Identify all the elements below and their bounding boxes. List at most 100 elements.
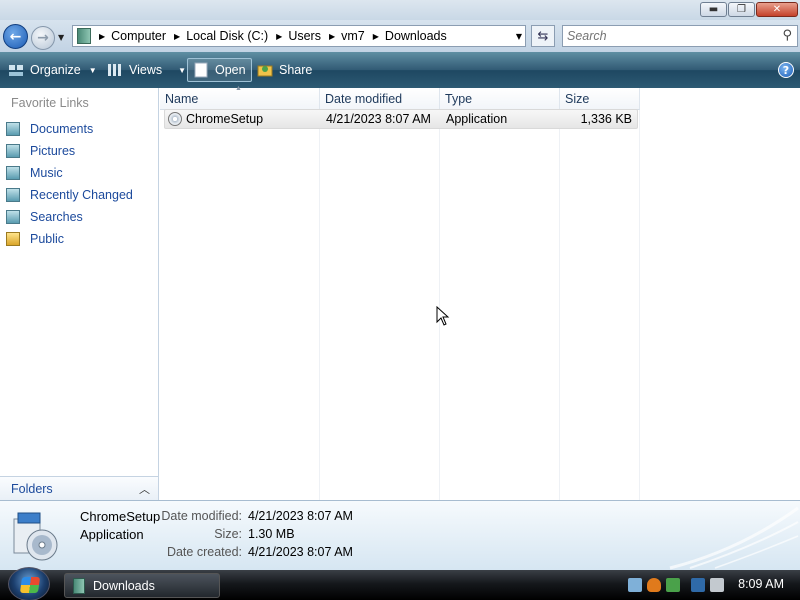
views-button[interactable]: Views ▼	[107, 58, 186, 82]
column-divider	[319, 110, 320, 500]
public-folder-icon	[6, 232, 20, 246]
breadcrumb-separator-icon[interactable]: ▶	[329, 32, 335, 41]
search-box[interactable]: ⚲	[562, 25, 798, 47]
documents-icon	[6, 122, 20, 136]
breadcrumb-separator-icon[interactable]: ▶	[373, 32, 379, 41]
sidebar-item-documents[interactable]: Documents	[6, 118, 156, 140]
details-date-created-label: Date created:	[166, 545, 242, 559]
sidebar-item-public[interactable]: Public	[6, 228, 156, 250]
searches-icon	[6, 210, 20, 224]
folder-icon	[73, 577, 85, 594]
organize-label: Organize	[30, 63, 81, 77]
folders-label: Folders	[11, 481, 53, 496]
recently-changed-icon	[6, 188, 20, 202]
address-bar[interactable]: ▶ Computer ▶ Local Disk (C:) ▶ Users ▶ v…	[72, 25, 526, 47]
close-icon: ✕	[772, 4, 782, 15]
window-controls: ▬ ❐ ✕	[700, 2, 798, 17]
breadcrumb-users[interactable]: Users	[288, 29, 321, 43]
sidebar-item-label: Searches	[30, 210, 83, 224]
favorite-links-heading: Favorite Links	[11, 96, 89, 110]
column-divider	[559, 110, 560, 500]
app-tray-icon[interactable]	[666, 578, 680, 592]
views-icon	[108, 64, 121, 76]
address-dropdown-icon[interactable]: ▼	[516, 32, 522, 41]
file-name-cell: ChromeSetup	[168, 110, 263, 128]
file-row[interactable]: ChromeSetup 4/21/2023 8:07 AM Applicatio…	[164, 109, 638, 129]
breadcrumb-local-disk[interactable]: Local Disk (C:)	[186, 29, 268, 43]
breadcrumb-separator-icon[interactable]: ▶	[99, 32, 105, 41]
views-label: Views	[129, 63, 163, 77]
details-size-value: 1.30 MB	[248, 527, 295, 541]
forward-arrow-icon: →	[37, 30, 49, 46]
search-icon[interactable]: ⚲	[782, 28, 792, 43]
taskbar-window-label: Downloads	[93, 578, 155, 593]
open-label: Open	[215, 63, 246, 77]
sidebar-item-label: Music	[30, 166, 63, 180]
security-shield-icon[interactable]	[647, 578, 661, 592]
file-date-modified: 4/21/2023 8:07 AM	[326, 112, 431, 126]
taskbar-window-button[interactable]: Downloads	[64, 573, 220, 598]
application-installer-icon	[13, 512, 58, 561]
network-connection-icon[interactable]	[691, 578, 705, 592]
sidebar-item-label: Recently Changed	[30, 188, 133, 202]
forward-button[interactable]: →	[31, 26, 55, 50]
breadcrumb-computer[interactable]: Computer	[111, 29, 166, 43]
breadcrumb-vm7[interactable]: vm7	[341, 29, 365, 43]
share-label: Share	[279, 63, 313, 77]
details-size-label: Size:	[214, 527, 242, 541]
minimize-button[interactable]: ▬	[700, 2, 727, 17]
chevron-down-icon: ▼	[178, 65, 187, 75]
search-input[interactable]	[563, 26, 763, 46]
column-header-label: Date modified	[325, 91, 403, 106]
sidebar-item-label: Pictures	[30, 144, 76, 158]
windows-logo-icon	[19, 577, 41, 593]
column-header-label: Type	[445, 91, 473, 106]
folder-icon	[77, 28, 91, 44]
navigation-pane: Favorite Links Documents Pictures Music …	[0, 88, 159, 500]
file-type: Application	[446, 112, 508, 126]
column-header-size[interactable]: Size	[560, 88, 640, 110]
breadcrumb-separator-icon[interactable]: ▶	[276, 32, 282, 41]
details-date-modified-value: 4/21/2023 8:07 AM	[248, 509, 353, 523]
open-button[interactable]: Open	[187, 58, 252, 82]
file-size: 1,336 KB	[580, 112, 632, 126]
help-icon: ?	[782, 63, 790, 77]
help-button[interactable]: ?	[778, 62, 794, 78]
column-header-label: Name	[165, 91, 199, 106]
column-header-type[interactable]: Type	[440, 88, 560, 110]
network-icon[interactable]	[628, 578, 642, 592]
organize-icon	[9, 65, 23, 76]
file-list: ▲ Name Date modified Type Size ChromeSetu…	[160, 85, 800, 500]
column-header-name[interactable]: ▲ Name	[160, 85, 320, 110]
sidebar-item-searches[interactable]: Searches	[6, 206, 156, 228]
maximize-button[interactable]: ❐	[728, 2, 755, 17]
taskbar: Downloads 8:09 AM	[0, 567, 800, 600]
start-button[interactable]	[8, 567, 50, 600]
sort-ascending-icon: ▲	[235, 85, 242, 92]
column-header-date-modified[interactable]: Date modified	[320, 88, 440, 110]
sidebar-item-pictures[interactable]: Pictures	[6, 140, 156, 162]
close-button[interactable]: ✕	[756, 2, 798, 17]
minimize-icon: ▬	[708, 4, 719, 15]
command-bar: Organize ▼ Views ▼ Open Share ?	[0, 52, 800, 88]
decorative-swoosh	[669, 506, 799, 570]
clock[interactable]: 8:09 AM	[738, 577, 784, 591]
volume-muted-icon[interactable]	[710, 578, 724, 592]
share-button[interactable]: Share	[257, 58, 312, 82]
breadcrumb-downloads[interactable]: Downloads	[385, 29, 447, 43]
file-name: ChromeSetup	[186, 112, 264, 126]
recent-pages-dropdown-icon[interactable]: ▼	[58, 33, 64, 42]
chevron-down-icon: ▼	[88, 65, 97, 75]
breadcrumb-separator-icon[interactable]: ▶	[174, 32, 180, 41]
back-button[interactable]: ←	[3, 24, 28, 49]
organize-button[interactable]: Organize ▼	[8, 58, 97, 82]
open-file-icon	[194, 62, 208, 78]
sidebar-item-recently-changed[interactable]: Recently Changed	[6, 184, 156, 206]
folders-toggle[interactable]: Folders ︿	[0, 476, 158, 500]
mouse-cursor-icon	[436, 306, 450, 326]
sidebar-item-music[interactable]: Music	[6, 162, 156, 184]
details-date-modified-label: Date modified:	[161, 509, 242, 523]
refresh-button[interactable]: ⇆	[531, 25, 555, 47]
music-icon	[6, 166, 20, 180]
address-row: ← → ▼ ▶ Computer ▶ Local Disk (C:) ▶ Use…	[0, 20, 800, 52]
